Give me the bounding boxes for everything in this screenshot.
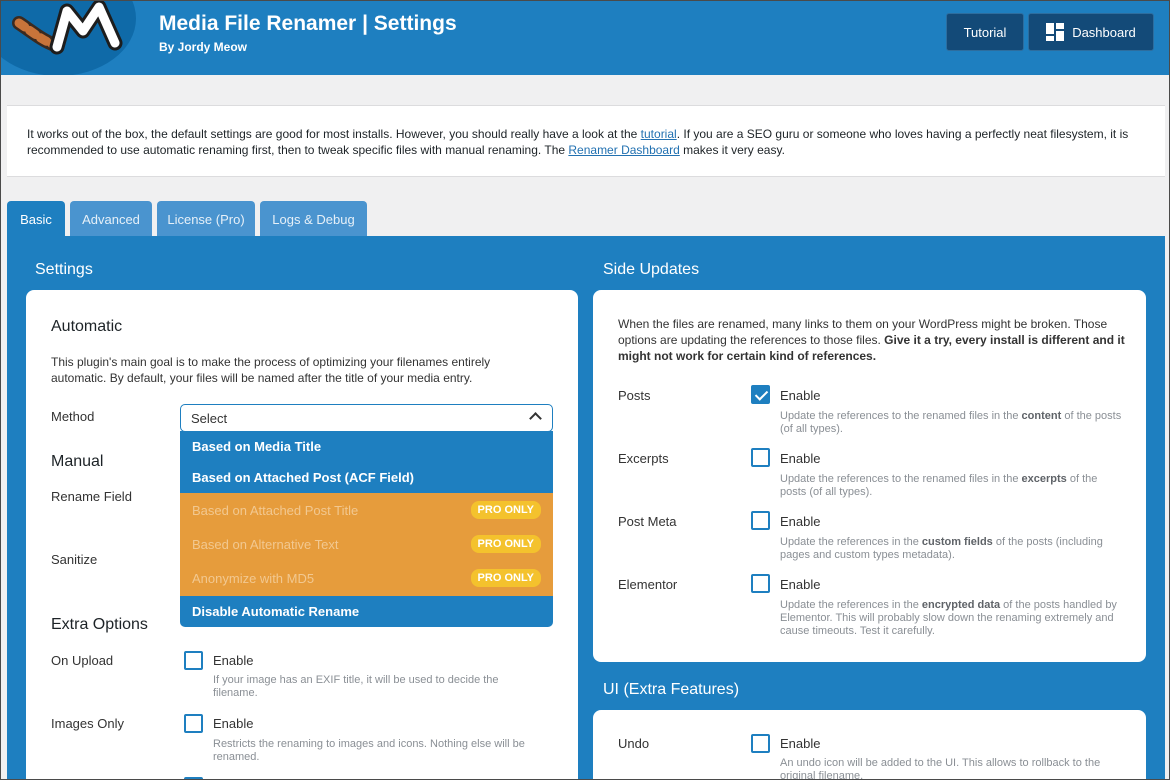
undo-checkbox[interactable] [751,734,770,753]
option-attached-post-acf[interactable]: Based on Attached Post (ACF Field) [180,462,553,493]
side-updates-intro: When the files are renamed, many links t… [618,316,1128,364]
tutorial-button-label: Tutorial [963,24,1007,40]
renamer-dashboard-link[interactable]: Renamer Dashboard [568,143,679,157]
option-label: Based on Media Title [192,439,322,454]
option-label: Based on Attached Post (ACF Field) [192,470,414,485]
settings-heading: Settings [35,261,93,278]
extra-options-heading: Extra Options [51,616,148,633]
chevron-up-icon [529,412,542,425]
images-only-enable-label: Enable [213,716,254,731]
images-only-checkbox[interactable] [184,714,203,733]
side-updates-heading: Side Updates [603,261,700,278]
excerpts-enable-label: Enable [780,451,821,466]
posts-enable-label: Enable [780,388,821,403]
undo-description: An undo icon will be added to the UI. Th… [780,757,1101,780]
pro-only-badge: PRO ONLY [470,569,541,587]
option-attached-post-title: Based on Attached Post Title PRO ONLY [180,493,553,527]
dashboard-button-label: Dashboard [1072,24,1136,40]
pro-only-badge: PRO ONLY [470,501,541,519]
elementor-enable-label: Enable [780,577,821,592]
desc-bold: excerpts [1021,473,1067,485]
posts-checkbox[interactable] [751,385,770,404]
tab-advanced[interactable]: Advanced [70,201,152,237]
on-upload-description: If your image has an EXIF title, it will… [213,674,499,699]
images-only-description: Restricts the renaming to images and ico… [213,738,525,763]
undo-enable-label: Enable [780,736,821,751]
tab-logs-debug[interactable]: Logs & Debug [260,201,367,237]
elementor-checkbox[interactable] [751,574,770,593]
elementor-description: Update the references in the encrypted d… [780,599,1125,638]
desc-bold: encrypted data [921,599,1001,611]
option-label: Anonymize with MD5 [192,571,315,586]
post-meta-checkbox[interactable] [751,511,770,530]
method-label: Method [51,409,95,424]
notice-text-3: makes it very easy. [679,143,785,157]
automatic-description: This plugin's main goal is to make the p… [51,355,491,385]
post-meta-description: Update the references in the custom fiel… [780,536,1125,562]
tab-basic[interactable]: Basic [7,201,65,237]
elementor-label: Elementor [618,577,678,592]
undo-label: Undo [618,736,650,751]
automatic-heading: Automatic [51,318,123,335]
meow-logo-icon [12,1,123,55]
tutorial-link[interactable]: tutorial [641,127,677,141]
option-disable-automatic[interactable]: Disable Automatic Rename [180,596,553,627]
header-bar: Media File Renamer | Settings By Jordy M… [1,1,1169,76]
pro-only-badge: PRO ONLY [470,535,541,553]
method-dropdown-menu: Based on Media Title Based on Attached P… [180,431,553,627]
rename-field-label: Rename Field [51,489,132,504]
excerpts-checkbox[interactable] [751,448,770,467]
post-meta-enable-label: Enable [780,514,821,529]
excerpts-label: Excerpts [618,451,669,466]
ui-extra-heading: UI (Extra Features) [603,681,740,698]
desc-text: Update the references to the renamed fil… [780,410,1022,422]
notice-text-1: It works out of the box, the default set… [27,127,641,141]
images-only-label: Images Only [51,716,124,731]
option-label: Disable Automatic Rename [192,604,360,619]
dashboard-icon [1046,23,1065,41]
option-media-title[interactable]: Based on Media Title [180,431,553,462]
on-upload-label: On Upload [51,653,114,668]
option-label: Based on Alternative Text [192,536,339,552]
spacer [1,75,1169,107]
posts-label: Posts [618,388,651,403]
excerpts-description: Update the references to the renamed fil… [780,473,1125,499]
posts-description: Update the references to the renamed fil… [780,410,1125,436]
tab-license[interactable]: License (Pro) [157,201,255,237]
tutorial-button[interactable]: Tutorial [946,13,1024,51]
dashboard-button[interactable]: Dashboard [1028,13,1154,51]
option-anonymize-md5: Anonymize with MD5 PRO ONLY [180,561,553,596]
desc-bold: content [1021,410,1062,422]
on-upload-checkbox[interactable] [184,651,203,670]
method-select-value: Select [191,411,228,426]
desc-text: Update the references in the [780,536,922,548]
on-upload-enable-label: Enable [213,653,254,668]
desc-text: Update the references in the [780,599,922,611]
post-meta-label: Post Meta [618,514,677,529]
option-alternative-text: Based on Alternative Text PRO ONLY [180,527,553,561]
method-select[interactable]: Select [180,404,553,432]
desc-text: Update the references to the renamed fil… [780,473,1022,485]
option-label: Based on Attached Post Title [192,502,359,518]
info-notice: It works out of the box, the default set… [7,105,1165,177]
page-subtitle: By Jordy Meow [159,40,248,54]
manual-heading: Manual [51,453,104,470]
page-title: Media File Renamer | Settings [159,12,457,35]
sanitize-label: Sanitize [51,552,98,567]
desc-bold: custom fields [921,536,993,548]
app-window: Media File Renamer | Settings By Jordy M… [0,0,1170,780]
